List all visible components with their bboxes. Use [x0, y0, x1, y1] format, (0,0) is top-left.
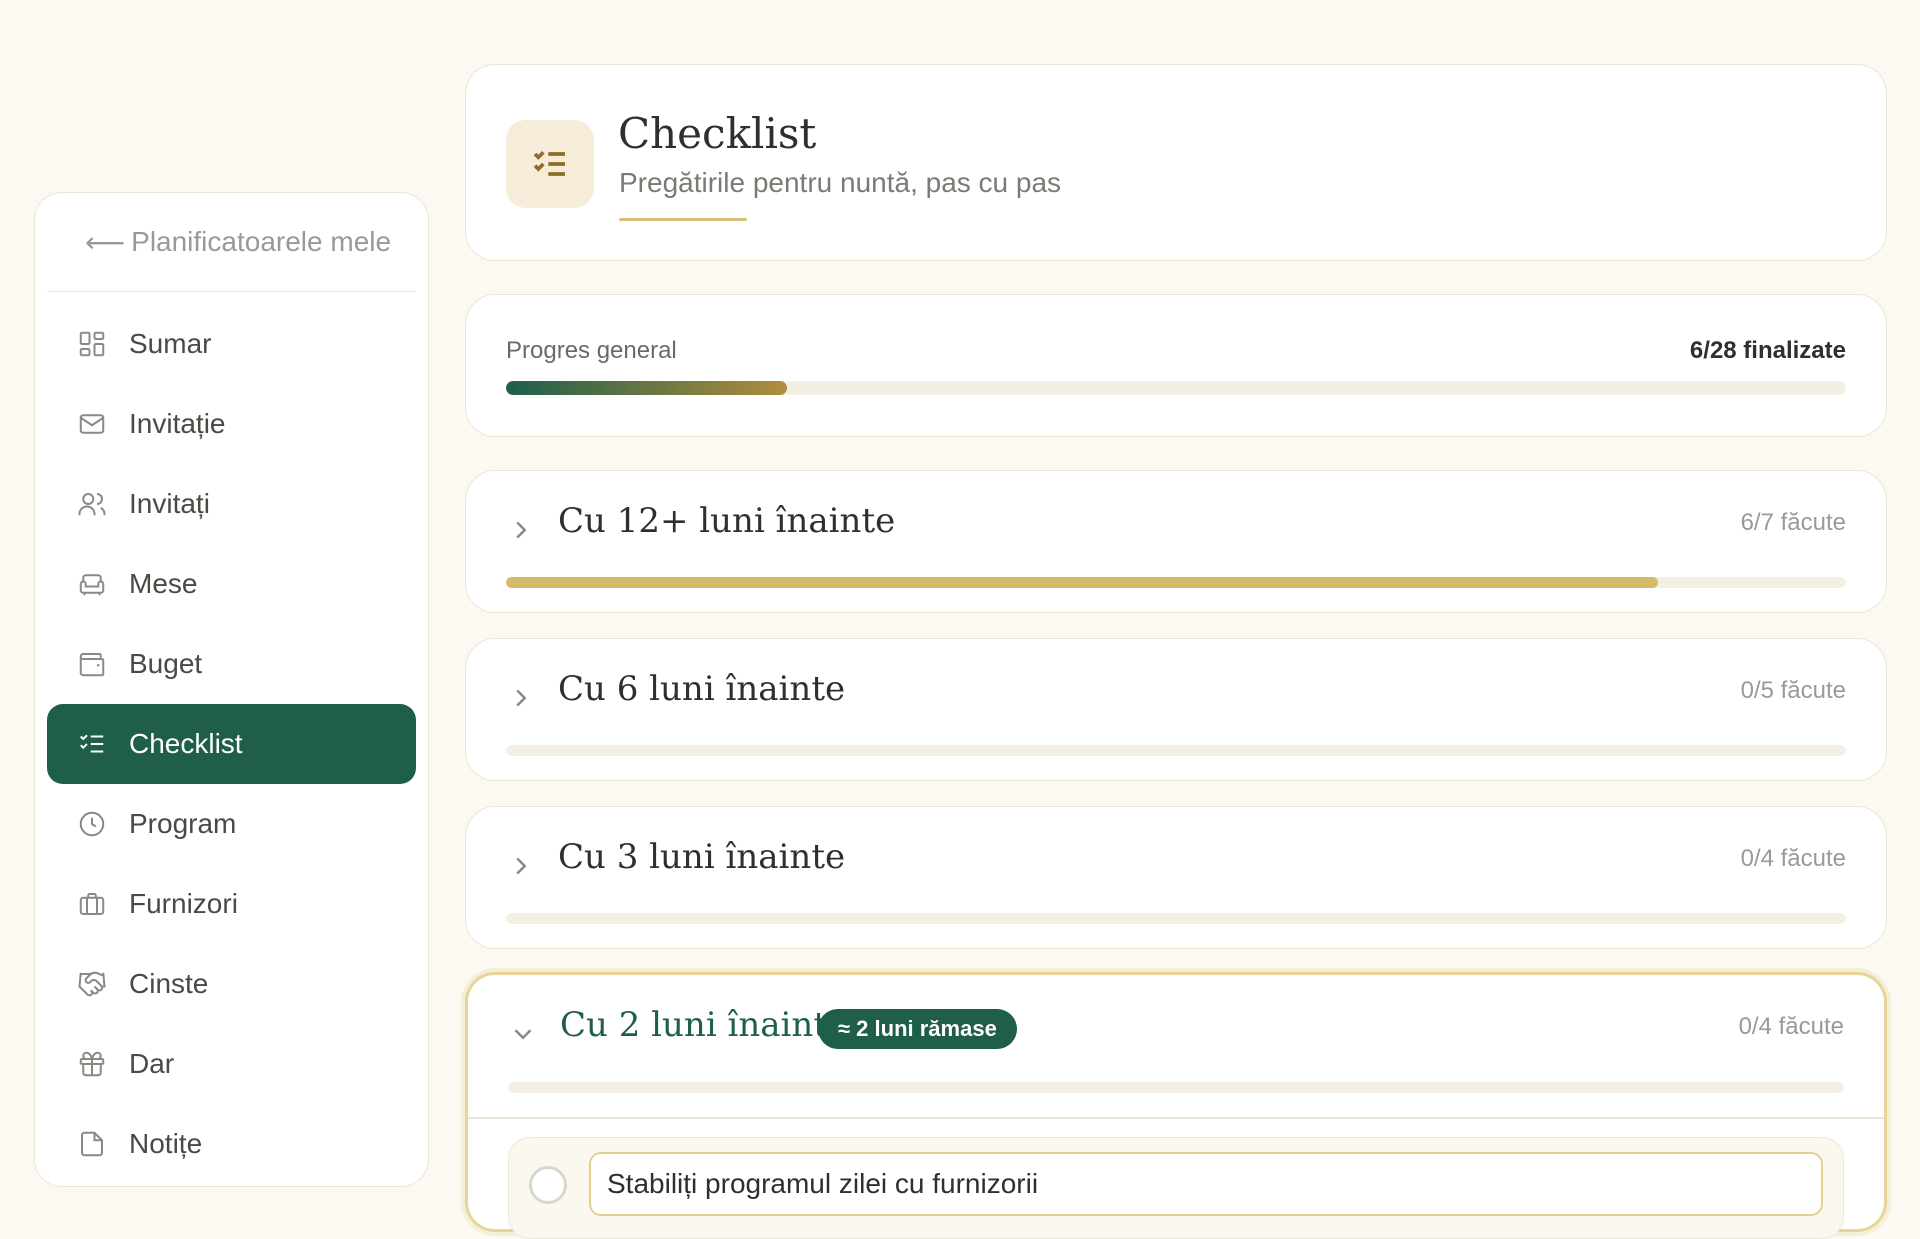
page-subtitle: Pregătirile pentru nuntă, pas cu pas [619, 167, 1062, 198]
section-title: Cu 12+ luni înainte [558, 501, 896, 541]
overall-progress-card: Progres general 6/28 finalizate [465, 294, 1887, 437]
dashboard-icon [75, 327, 109, 361]
section-12-months[interactable]: Cu 12+ luni înainte 6/7 făcute [465, 470, 1887, 613]
section-3-months[interactable]: Cu 3 luni înainte 0/4 făcute [465, 806, 1887, 949]
section-title: Cu 6 luni înainte [558, 669, 846, 709]
section-count: 0/5 făcute [1740, 677, 1846, 704]
sidebar-item-program[interactable]: Program [47, 784, 416, 864]
overall-progress-fill [506, 381, 788, 395]
sidebar-item-label: Checklist [129, 728, 243, 759]
sidebar-item-label: Invitație [129, 408, 226, 439]
gift-icon [75, 1047, 109, 1081]
sidebar-item-label: Buget [129, 648, 203, 679]
section-progress-bar [506, 745, 1846, 756]
sidebar-item-sumar[interactable]: Sumar [47, 304, 416, 384]
sidebar-item-label: Sumar [129, 328, 212, 359]
briefcase-icon [75, 887, 109, 921]
section-title: Cu 3 luni înainte [558, 837, 846, 877]
wallet-icon [75, 647, 109, 681]
handshake-icon [75, 967, 109, 1001]
sidebar-item-mese[interactable]: Mese [47, 544, 416, 624]
page-header-card: Checklist Pregătirile pentru nuntă, pas … [465, 64, 1887, 261]
sidebar-item-dar[interactable]: Dar [47, 1024, 416, 1104]
users-icon [75, 487, 109, 521]
overall-progress-bar [506, 381, 1846, 395]
chevron-down-icon[interactable] [508, 1019, 538, 1049]
title-underline [619, 218, 747, 221]
checklist-icon [75, 727, 109, 761]
sidebar-item-invitati[interactable]: Invitați [47, 464, 416, 544]
page-title: Checklist [618, 109, 817, 158]
sidebar-item-label: Dar [129, 1048, 175, 1079]
back-to-planners-link[interactable]: ⟵ Planificatoarele mele [47, 193, 416, 292]
progress-count: 6/28 finalizate [1689, 337, 1846, 364]
sidebar-item-notite[interactable]: Notițe [47, 1104, 416, 1184]
section-progress-bar [508, 1082, 1844, 1093]
chevron-right-icon[interactable] [506, 515, 536, 545]
section-divider [468, 1117, 1884, 1119]
sidebar-item-label: Furnizori [129, 888, 238, 919]
progress-label: Progres general [506, 337, 677, 364]
sidebar-item-checklist[interactable]: Checklist [47, 704, 416, 784]
task-row: Stabiliți programul zilei cu furnizorii [508, 1137, 1844, 1239]
section-title: Cu 2 luni înainte [560, 1005, 848, 1045]
section-count: 0/4 făcute [1740, 845, 1846, 872]
sidebar-item-furnizori[interactable]: Furnizori [47, 864, 416, 944]
section-2-months[interactable]: Cu 2 luni înainte ≈ 2 luni rămase 0/4 fă… [465, 972, 1887, 1239]
sidebar-item-label: Program [129, 808, 237, 839]
sidebar: ⟵ Planificatoarele mele Sumar Invitație … [34, 192, 429, 1187]
chevron-right-icon[interactable] [506, 851, 536, 881]
sidebar-item-label: Cinste [129, 968, 209, 999]
checklist-icon [506, 120, 594, 208]
sidebar-item-buget[interactable]: Buget [47, 624, 416, 704]
section-progress-bar [506, 913, 1846, 924]
arrow-left-icon: ⟵ [85, 226, 126, 258]
clock-icon [75, 807, 109, 841]
sidebar-item-label: Invitați [129, 488, 210, 519]
back-link-label: Planificatoarele mele [131, 226, 392, 257]
sidebar-item-label: Notițe [129, 1128, 203, 1159]
section-progress-fill [506, 577, 1659, 588]
section-count: 6/7 făcute [1740, 509, 1846, 536]
chevron-right-icon[interactable] [506, 683, 536, 713]
task-checkbox[interactable] [529, 1166, 567, 1204]
sofa-icon [75, 567, 109, 601]
sidebar-item-label: Mese [129, 568, 198, 599]
sidebar-item-invitatie[interactable]: Invitație [47, 384, 416, 464]
envelope-icon [75, 407, 109, 441]
task-text-input[interactable]: Stabiliți programul zilei cu furnizorii [589, 1152, 1823, 1216]
section-count: 0/4 făcute [1738, 1013, 1844, 1040]
section-6-months[interactable]: Cu 6 luni înainte 0/5 făcute [465, 638, 1887, 781]
note-icon [75, 1127, 109, 1161]
time-remaining-badge: ≈ 2 luni rămase [818, 1009, 1017, 1049]
sidebar-item-cinste[interactable]: Cinste [47, 944, 416, 1024]
section-progress-bar [506, 577, 1846, 588]
